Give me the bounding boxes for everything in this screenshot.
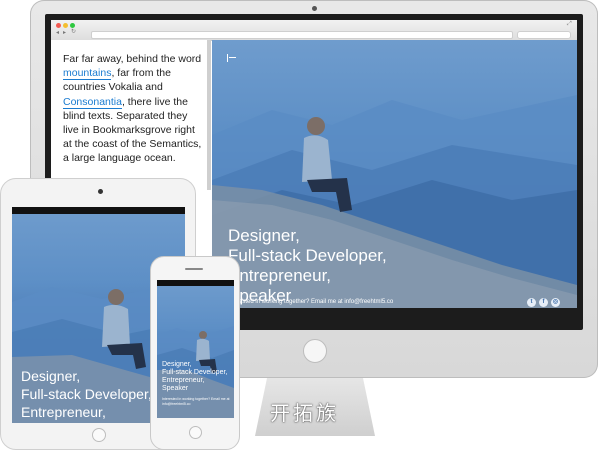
monitor-camera-icon xyxy=(312,6,317,11)
phone-speaker xyxy=(185,268,203,270)
browser-search-field[interactable] xyxy=(517,31,571,39)
consonantia-link[interactable]: Consonantia xyxy=(63,95,122,109)
tablet-status-bar xyxy=(12,207,185,214)
tablet-home-button xyxy=(92,428,106,442)
phone-home-button xyxy=(189,426,202,439)
tablet-headline-line: Full-stack Developer, xyxy=(21,386,152,402)
phone-headline-line: Designer, xyxy=(162,361,192,368)
phone-screen: Designer, Full-stack Developer, Entrepre… xyxy=(157,280,234,418)
minimize-window-icon[interactable] xyxy=(63,23,68,28)
phone-contact-text: Interested in working together? Email me… xyxy=(162,397,230,406)
facebook-icon[interactable]: f xyxy=(539,298,548,307)
back-arrow-icon[interactable]: ◂ xyxy=(56,29,59,36)
phone-headline-line: Speaker xyxy=(162,385,189,392)
tablet-camera-icon xyxy=(98,189,103,194)
fullscreen-icon[interactable]: ⤢ xyxy=(567,21,572,28)
menu-toggle-icon[interactable] xyxy=(227,54,238,62)
sidebar-scrollbar[interactable] xyxy=(207,40,211,190)
hero-section: Designer, Full-stack Developer, Entrepre… xyxy=(212,40,577,308)
hero-headline-line: Designer, xyxy=(228,226,300,245)
watermark-text: 开拓族 xyxy=(270,401,339,425)
hero-contact-text: Interested in working together? Email me… xyxy=(227,299,394,305)
tablet-headline-line: Designer, xyxy=(21,368,81,384)
mountains-link[interactable]: mountains xyxy=(63,67,112,81)
twitter-icon[interactable]: t xyxy=(527,298,536,307)
phone-status-bar xyxy=(157,280,234,286)
sidebar-paragraph: Far far away, behind the word mountains,… xyxy=(63,52,205,166)
phone-headline-line: Entrepreneur, xyxy=(162,377,205,384)
forward-arrow-icon[interactable]: ▸ xyxy=(63,29,66,36)
browser-toolbar: ◂ ▸ ↻ ⤢ xyxy=(51,20,577,41)
phone-headline-line: Full-stack Developer, xyxy=(162,369,228,376)
paragraph-text: Far far away, behind the word xyxy=(63,53,202,65)
hero-headline-line: Full-stack Developer, xyxy=(228,246,387,265)
url-bar[interactable] xyxy=(91,31,513,39)
instagram-icon[interactable]: ◎ xyxy=(551,298,560,307)
close-window-icon[interactable] xyxy=(56,23,61,28)
monitor-home-button xyxy=(303,339,327,363)
hero-headline-line: Entrepreneur, xyxy=(228,266,332,285)
reload-icon[interactable]: ↻ xyxy=(71,28,76,35)
tablet-headline-line: Entrepreneur, xyxy=(21,404,106,420)
